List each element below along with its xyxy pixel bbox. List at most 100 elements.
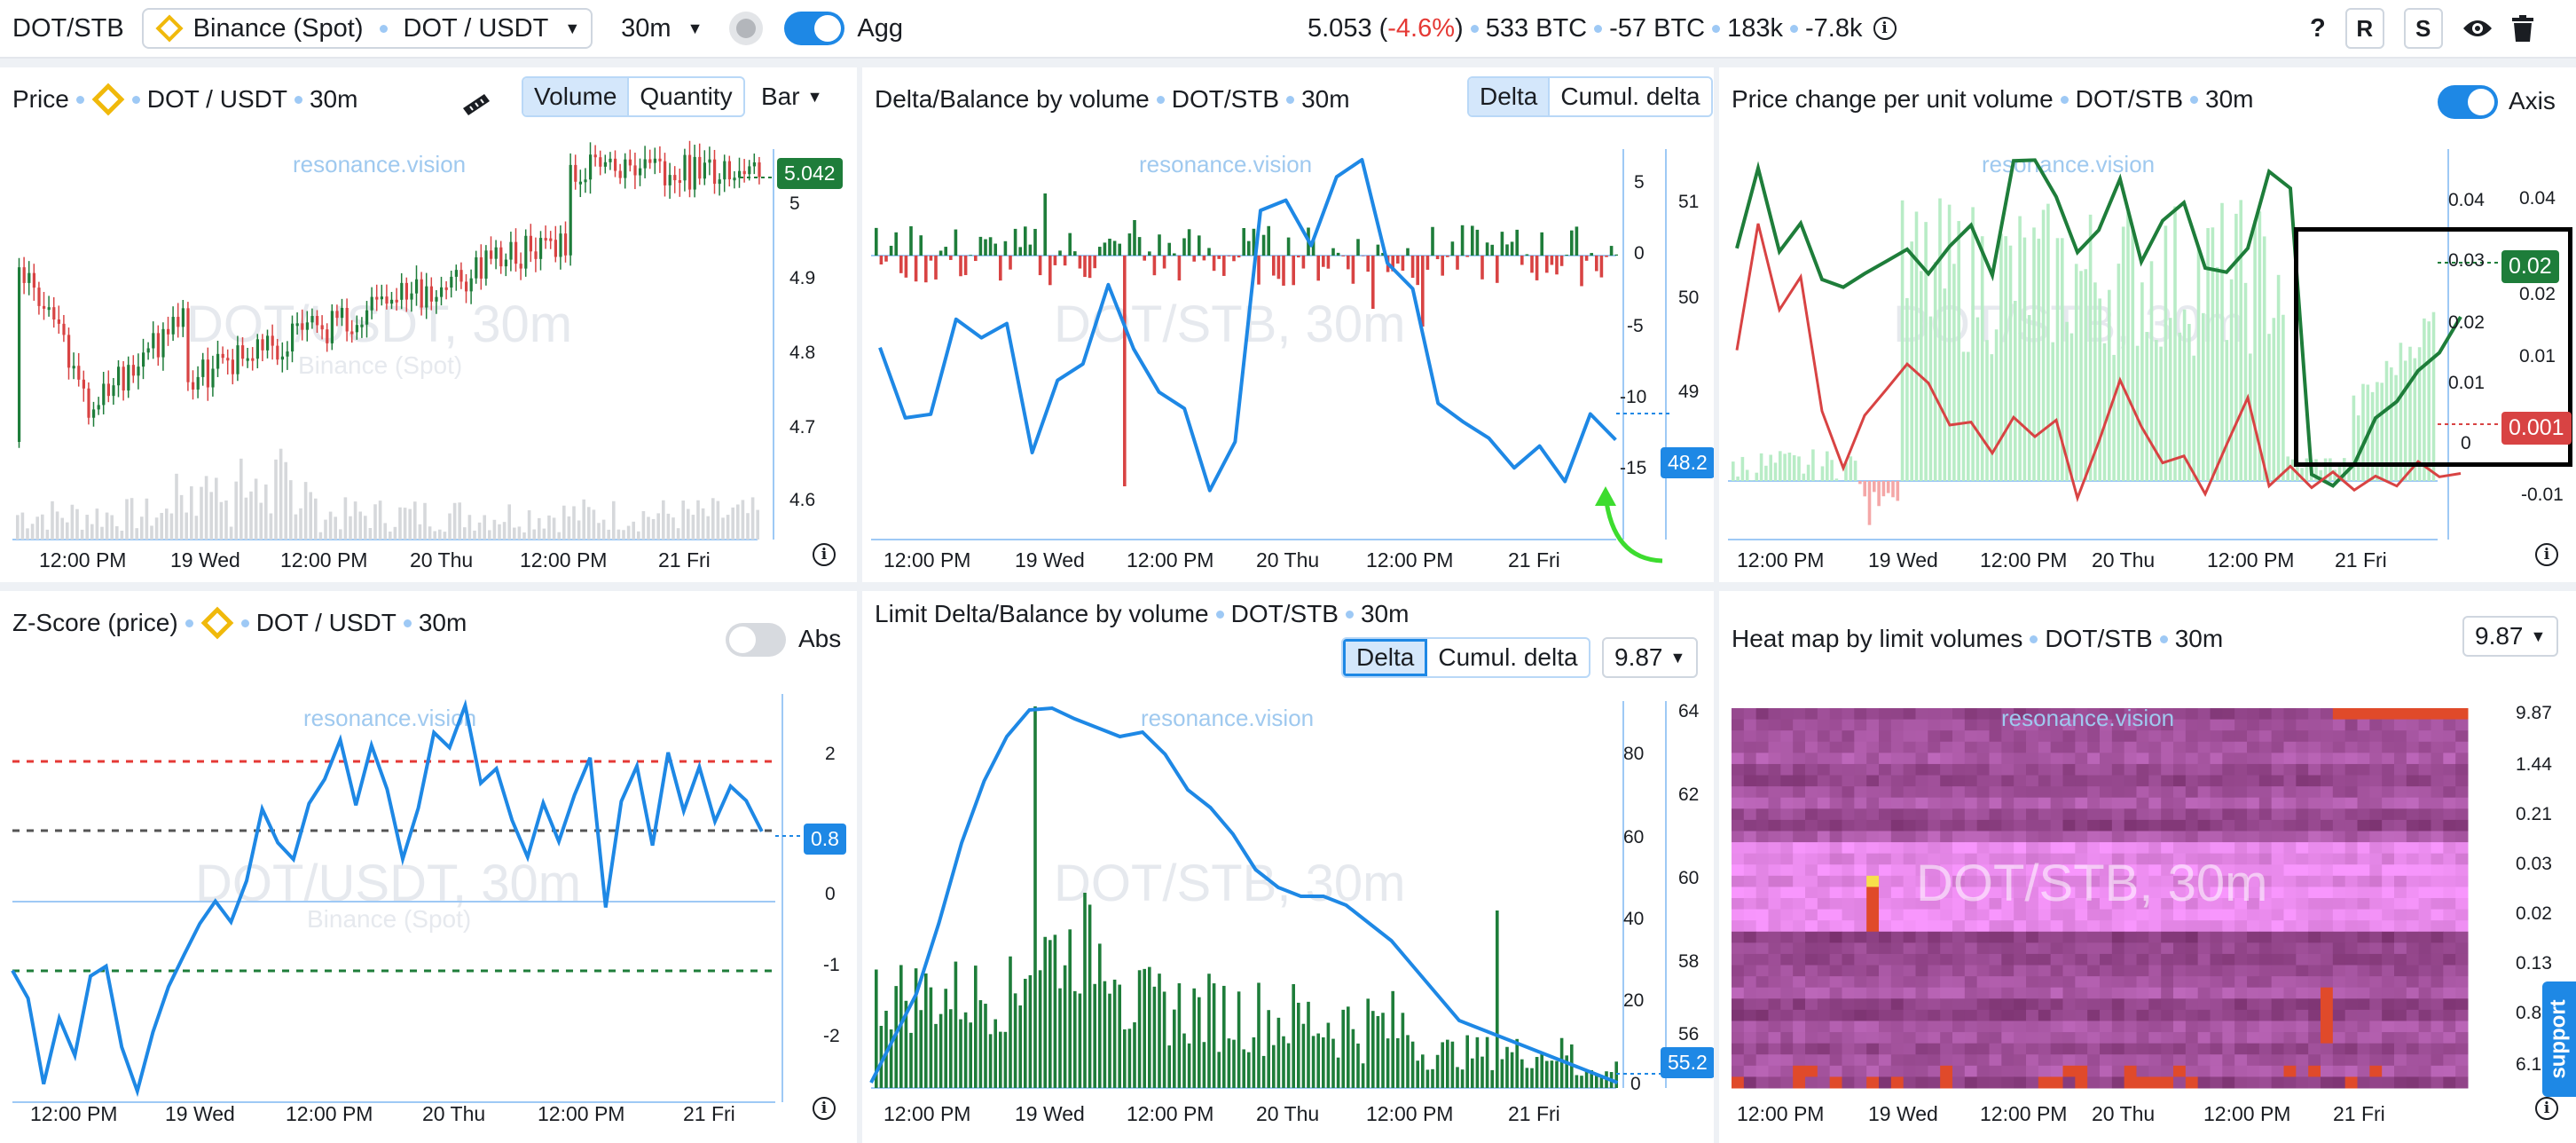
- heat-cell: [2234, 1032, 2248, 1044]
- heat-cell: [2075, 831, 2088, 843]
- heat-cell: [1854, 842, 1867, 855]
- heat-cell: [2369, 898, 2383, 910]
- delta-bar: [1609, 246, 1614, 256]
- abs-toggle[interactable]: [726, 623, 786, 657]
- quantity-tab[interactable]: Quantity: [629, 78, 742, 115]
- delta-mode-switch[interactable]: Delta Cumul. delta: [1467, 76, 1713, 117]
- heat-cell: [2382, 998, 2395, 1011]
- heat-cell: [2443, 786, 2456, 799]
- heat-cell: [2271, 797, 2284, 809]
- heat-cell: [2296, 842, 2309, 855]
- heat-cell: [2406, 909, 2420, 921]
- heat-cell: [1854, 1043, 1867, 1055]
- delta-tab[interactable]: Delta: [1469, 78, 1551, 115]
- heat-cell: [2406, 842, 2420, 855]
- volume-tab[interactable]: Volume: [523, 78, 630, 115]
- heat-cell: [1768, 864, 1781, 877]
- heat-cell: [1817, 920, 1831, 933]
- heat-cell: [1805, 898, 1818, 910]
- volume-bar: [626, 525, 631, 540]
- heat-cell: [2026, 819, 2039, 832]
- ruler-icon[interactable]: [461, 92, 491, 115]
- limit-delta-mode-switch[interactable]: Delta Cumul. delta: [1341, 637, 1590, 678]
- candle: [43, 305, 46, 309]
- heat-cell: [1743, 853, 1757, 865]
- info-icon[interactable]: i: [2535, 543, 2558, 566]
- r-button[interactable]: R: [2344, 8, 2384, 49]
- heat-cell: [2308, 1032, 2321, 1044]
- delta-tab[interactable]: Delta: [1343, 639, 1428, 676]
- info-icon[interactable]: i: [2535, 1097, 2558, 1120]
- heat-cell: [1805, 797, 1818, 809]
- heat-cell: [2234, 842, 2248, 855]
- ratio-bar: [1792, 454, 1796, 481]
- heat-cell: [2382, 976, 2395, 989]
- heat-cell: [1903, 719, 1916, 731]
- heat-cell: [2344, 1009, 2358, 1021]
- level-select[interactable]: 9.87 ▼: [1602, 637, 1699, 678]
- volume-quantity-switch[interactable]: Volume Quantity: [522, 76, 745, 117]
- heat-cell: [1890, 909, 1905, 921]
- agg-toggle[interactable]: [784, 12, 845, 45]
- candle: [355, 325, 358, 333]
- heat-cell: [2332, 898, 2346, 910]
- heat-cell: [2369, 763, 2383, 776]
- heat-cell: [2283, 819, 2297, 832]
- level-select[interactable]: 9.87 ▼: [2462, 616, 2559, 657]
- heat-cell: [2357, 797, 2370, 809]
- support-button[interactable]: support: [2542, 981, 2576, 1097]
- heat-cell: [1976, 842, 1990, 855]
- separator-dot: [1790, 24, 1799, 33]
- delta-bar: [1565, 255, 1568, 256]
- heat-cell: [1755, 797, 1769, 809]
- heat-cell: [2418, 887, 2431, 899]
- info-icon[interactable]: i: [813, 543, 836, 566]
- heat-cell: [1915, 1076, 1928, 1089]
- heat-cell: [1964, 965, 1978, 977]
- heat-cell: [2321, 1065, 2334, 1077]
- timeframe-selector[interactable]: 30m ▼: [610, 8, 714, 49]
- cumul-delta-tab[interactable]: Cumul. delta: [1550, 78, 1710, 115]
- info-icon[interactable]: i: [813, 1097, 836, 1120]
- candle: [326, 329, 329, 343]
- heat-cell: [2271, 1065, 2284, 1077]
- limit-delta-bar: [1475, 1037, 1480, 1088]
- info-icon[interactable]: i: [1873, 17, 1897, 40]
- price-chart[interactable]: [12, 140, 775, 540]
- instrument-selector[interactable]: Binance (Spot) DOT / USDT ▼: [141, 8, 593, 49]
- heat-cell: [2247, 1065, 2260, 1077]
- candle: [404, 282, 408, 300]
- candle: [77, 366, 81, 380]
- agg-label: Agg: [857, 13, 903, 43]
- help-button[interactable]: ?: [2310, 14, 2326, 43]
- heat-cell: [1952, 920, 1966, 933]
- delta-bar: [1435, 256, 1440, 260]
- heat-cell: [2100, 1043, 2113, 1055]
- heat-cell: [2038, 842, 2052, 855]
- chart-type-select[interactable]: Bar ▼: [750, 76, 833, 117]
- heat-cell: [1940, 920, 1953, 933]
- heat-cell: [2038, 942, 2052, 955]
- trash-icon[interactable]: [2511, 15, 2533, 42]
- heat-cell: [2136, 1054, 2149, 1067]
- delta-bar: [1555, 256, 1559, 275]
- record-icon[interactable]: [729, 12, 764, 45]
- eye-icon[interactable]: [2462, 18, 2493, 39]
- candle: [534, 251, 538, 259]
- delta-chart[interactable]: [871, 149, 1669, 540]
- heat-cell: [2406, 786, 2420, 799]
- heatmap-chart[interactable]: [1732, 708, 2469, 1089]
- s-button[interactable]: S: [2403, 8, 2443, 49]
- heat-cell: [1879, 887, 1892, 899]
- limit-delta-chart[interactable]: [869, 701, 1669, 1089]
- axis-toggle[interactable]: [2438, 85, 2498, 119]
- heat-cell: [1940, 753, 1953, 765]
- heat-cell: [2308, 753, 2321, 765]
- heat-cell: [1940, 1065, 1953, 1077]
- delta-bar: [1520, 256, 1524, 265]
- zscore-chart[interactable]: [11, 694, 811, 1103]
- limit-delta-bar: [1530, 1068, 1534, 1088]
- heat-cell: [2087, 898, 2101, 910]
- heat-cell: [2406, 775, 2420, 787]
- cumul-delta-tab[interactable]: Cumul. delta: [1427, 639, 1588, 676]
